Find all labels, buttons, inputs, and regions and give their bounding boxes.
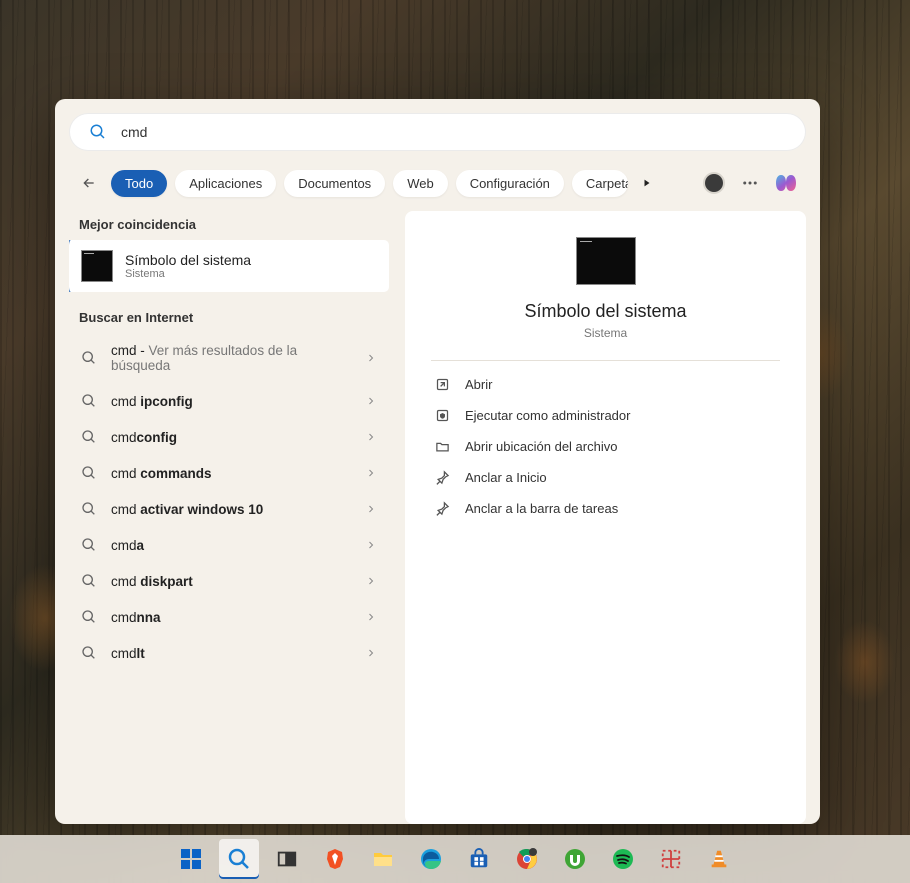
search-icon bbox=[81, 465, 97, 481]
divider bbox=[431, 360, 780, 361]
search-icon bbox=[81, 393, 97, 409]
chevron-right-icon bbox=[365, 611, 377, 623]
detail-app-icon bbox=[576, 237, 636, 285]
web-suggestion[interactable]: cmdconfig bbox=[69, 419, 389, 455]
detail-title: Símbolo del sistema bbox=[524, 301, 686, 322]
detail-action[interactable]: Abrir ubicación del archivo bbox=[431, 431, 780, 462]
detail-action[interactable]: Anclar a la barra de tareas bbox=[431, 493, 780, 524]
suggestion-text: cmda bbox=[111, 538, 351, 553]
taskbar-vlc[interactable] bbox=[699, 839, 739, 879]
chevron-right-icon bbox=[365, 395, 377, 407]
detail-sub: Sistema bbox=[584, 326, 627, 340]
action-label: Anclar a la barra de tareas bbox=[465, 501, 618, 516]
suggestion-text: cmd ipconfig bbox=[111, 394, 351, 409]
web-suggestion[interactable]: cmd activar windows 10 bbox=[69, 491, 389, 527]
search-input[interactable] bbox=[121, 124, 786, 140]
web-suggestion[interactable]: cmd - Ver más resultados de la búsqueda bbox=[69, 333, 389, 383]
taskbar-taskview[interactable] bbox=[267, 839, 307, 879]
more-menu[interactable] bbox=[736, 169, 764, 197]
taskbar-spotify[interactable] bbox=[603, 839, 643, 879]
detail-action[interactable]: Ejecutar como administrador bbox=[431, 400, 780, 431]
web-suggestion[interactable]: cmd diskpart bbox=[69, 563, 389, 599]
search-icon bbox=[81, 350, 97, 366]
search-icon bbox=[81, 609, 97, 625]
suggestion-text: cmdlt bbox=[111, 646, 351, 661]
detail-action[interactable]: Anclar a Inicio bbox=[431, 462, 780, 493]
taskbar-snip[interactable] bbox=[651, 839, 691, 879]
pin-icon bbox=[433, 470, 451, 485]
chevron-right-icon bbox=[365, 647, 377, 659]
taskbar-edge[interactable] bbox=[411, 839, 451, 879]
detail-actions: Abrir Ejecutar como administrador Abrir ub… bbox=[431, 369, 780, 524]
chevron-right-icon bbox=[365, 503, 377, 515]
suggestion-text: cmd activar windows 10 bbox=[111, 502, 351, 517]
taskbar-store[interactable] bbox=[459, 839, 499, 879]
suggestion-text: cmdnna bbox=[111, 610, 351, 625]
search-box[interactable] bbox=[69, 113, 806, 151]
action-label: Ejecutar como administrador bbox=[465, 408, 630, 423]
account-avatar[interactable] bbox=[700, 169, 728, 197]
taskbar-chrome[interactable] bbox=[507, 839, 547, 879]
action-label: Abrir bbox=[465, 377, 492, 392]
pin-icon bbox=[433, 501, 451, 516]
tab-configuracion[interactable]: Configuración bbox=[456, 170, 564, 197]
web-suggestion[interactable]: cmdnna bbox=[69, 599, 389, 635]
taskbar-search[interactable] bbox=[219, 839, 259, 879]
back-button[interactable] bbox=[75, 169, 103, 197]
taskbar-utorrent[interactable] bbox=[555, 839, 595, 879]
tab-documentos[interactable]: Documentos bbox=[284, 170, 385, 197]
suggestion-text: cmdconfig bbox=[111, 430, 351, 445]
filter-tabs: Todo Aplicaciones Documentos Web Configu… bbox=[69, 169, 806, 197]
search-icon bbox=[81, 429, 97, 445]
taskbar-start[interactable] bbox=[171, 839, 211, 879]
search-icon bbox=[81, 501, 97, 517]
detail-pane: Símbolo del sistema Sistema Abrir Ejecuta… bbox=[405, 211, 806, 824]
search-flyout: Todo Aplicaciones Documentos Web Configu… bbox=[55, 99, 820, 824]
best-match-label: Mejor coincidencia bbox=[79, 217, 389, 232]
web-suggestion[interactable]: cmd commands bbox=[69, 455, 389, 491]
best-match-title: Símbolo del sistema bbox=[125, 252, 251, 268]
tab-todo[interactable]: Todo bbox=[111, 170, 167, 197]
shield-icon bbox=[433, 408, 451, 423]
chevron-right-icon bbox=[365, 539, 377, 551]
chevron-right-icon bbox=[365, 352, 377, 364]
chevron-right-icon bbox=[365, 467, 377, 479]
web-suggestions: cmd - Ver más resultados de la búsqueda c… bbox=[69, 333, 389, 671]
detail-action[interactable]: Abrir bbox=[431, 369, 780, 400]
tab-web[interactable]: Web bbox=[393, 170, 448, 197]
web-suggestion[interactable]: cmda bbox=[69, 527, 389, 563]
best-match-item[interactable]: Símbolo del sistema Sistema bbox=[69, 240, 389, 292]
web-suggestion[interactable]: cmd ipconfig bbox=[69, 383, 389, 419]
web-search-label: Buscar en Internet bbox=[79, 310, 389, 325]
best-match-sub: Sistema bbox=[125, 268, 251, 280]
search-icon bbox=[81, 645, 97, 661]
cmd-icon bbox=[81, 250, 113, 282]
open-icon bbox=[433, 377, 451, 392]
copilot-icon[interactable] bbox=[772, 169, 800, 197]
tabs-scroll-right[interactable] bbox=[636, 178, 658, 188]
tab-aplicaciones[interactable]: Aplicaciones bbox=[175, 170, 276, 197]
taskbar-explorer[interactable] bbox=[363, 839, 403, 879]
search-icon bbox=[89, 123, 107, 141]
tab-carpetas[interactable]: Carpetas bbox=[572, 170, 628, 197]
search-icon bbox=[81, 537, 97, 553]
folder-icon bbox=[433, 439, 451, 454]
search-icon bbox=[81, 573, 97, 589]
web-suggestion[interactable]: cmdlt bbox=[69, 635, 389, 671]
suggestion-text: cmd - Ver más resultados de la búsqueda bbox=[111, 343, 351, 373]
suggestion-text: cmd diskpart bbox=[111, 574, 351, 589]
suggestion-text: cmd commands bbox=[111, 466, 351, 481]
taskbar bbox=[0, 835, 910, 883]
results-column: Mejor coincidencia Símbolo del sistema S… bbox=[69, 211, 389, 824]
chevron-right-icon bbox=[365, 575, 377, 587]
taskbar-brave[interactable] bbox=[315, 839, 355, 879]
chevron-right-icon bbox=[365, 431, 377, 443]
action-label: Abrir ubicación del archivo bbox=[465, 439, 617, 454]
action-label: Anclar a Inicio bbox=[465, 470, 547, 485]
